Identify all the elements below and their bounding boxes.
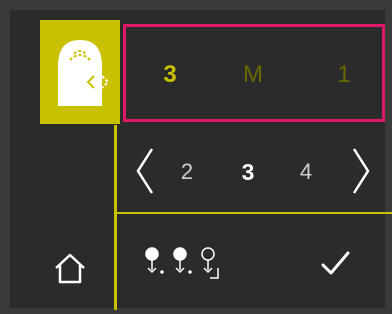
device-frame: 3 M 1 2 3 4 — [0, 0, 392, 314]
clean-room-unit-icon — [58, 40, 110, 106]
level-option-2[interactable]: 2 — [181, 159, 193, 185]
divider-vertical — [114, 125, 117, 310]
level-option-4[interactable]: 4 — [300, 159, 312, 185]
bottom-actions — [120, 216, 385, 308]
mode-value-m[interactable]: M — [243, 61, 263, 89]
divider-horizontal — [114, 212, 392, 214]
confirm-button[interactable] — [310, 238, 360, 288]
home-button[interactable] — [40, 238, 100, 298]
mode-value-1[interactable]: 1 — [337, 61, 350, 89]
pins-sequence-button[interactable] — [138, 238, 238, 288]
checkmark-icon — [321, 251, 350, 275]
level-option-3[interactable]: 3 — [242, 159, 255, 186]
chevron-right-icon[interactable] — [346, 145, 376, 197]
home-icon — [55, 253, 85, 284]
mode-value-3[interactable]: 3 — [163, 61, 176, 89]
mode-tile[interactable] — [40, 20, 120, 124]
level-selector: 2 3 4 — [120, 135, 385, 207]
mode-value-row: 3 M 1 — [123, 24, 385, 122]
pins-sequence-icon — [145, 247, 219, 279]
display-screen: 3 M 1 2 3 4 — [10, 10, 392, 310]
chevron-left-icon[interactable] — [130, 145, 160, 197]
